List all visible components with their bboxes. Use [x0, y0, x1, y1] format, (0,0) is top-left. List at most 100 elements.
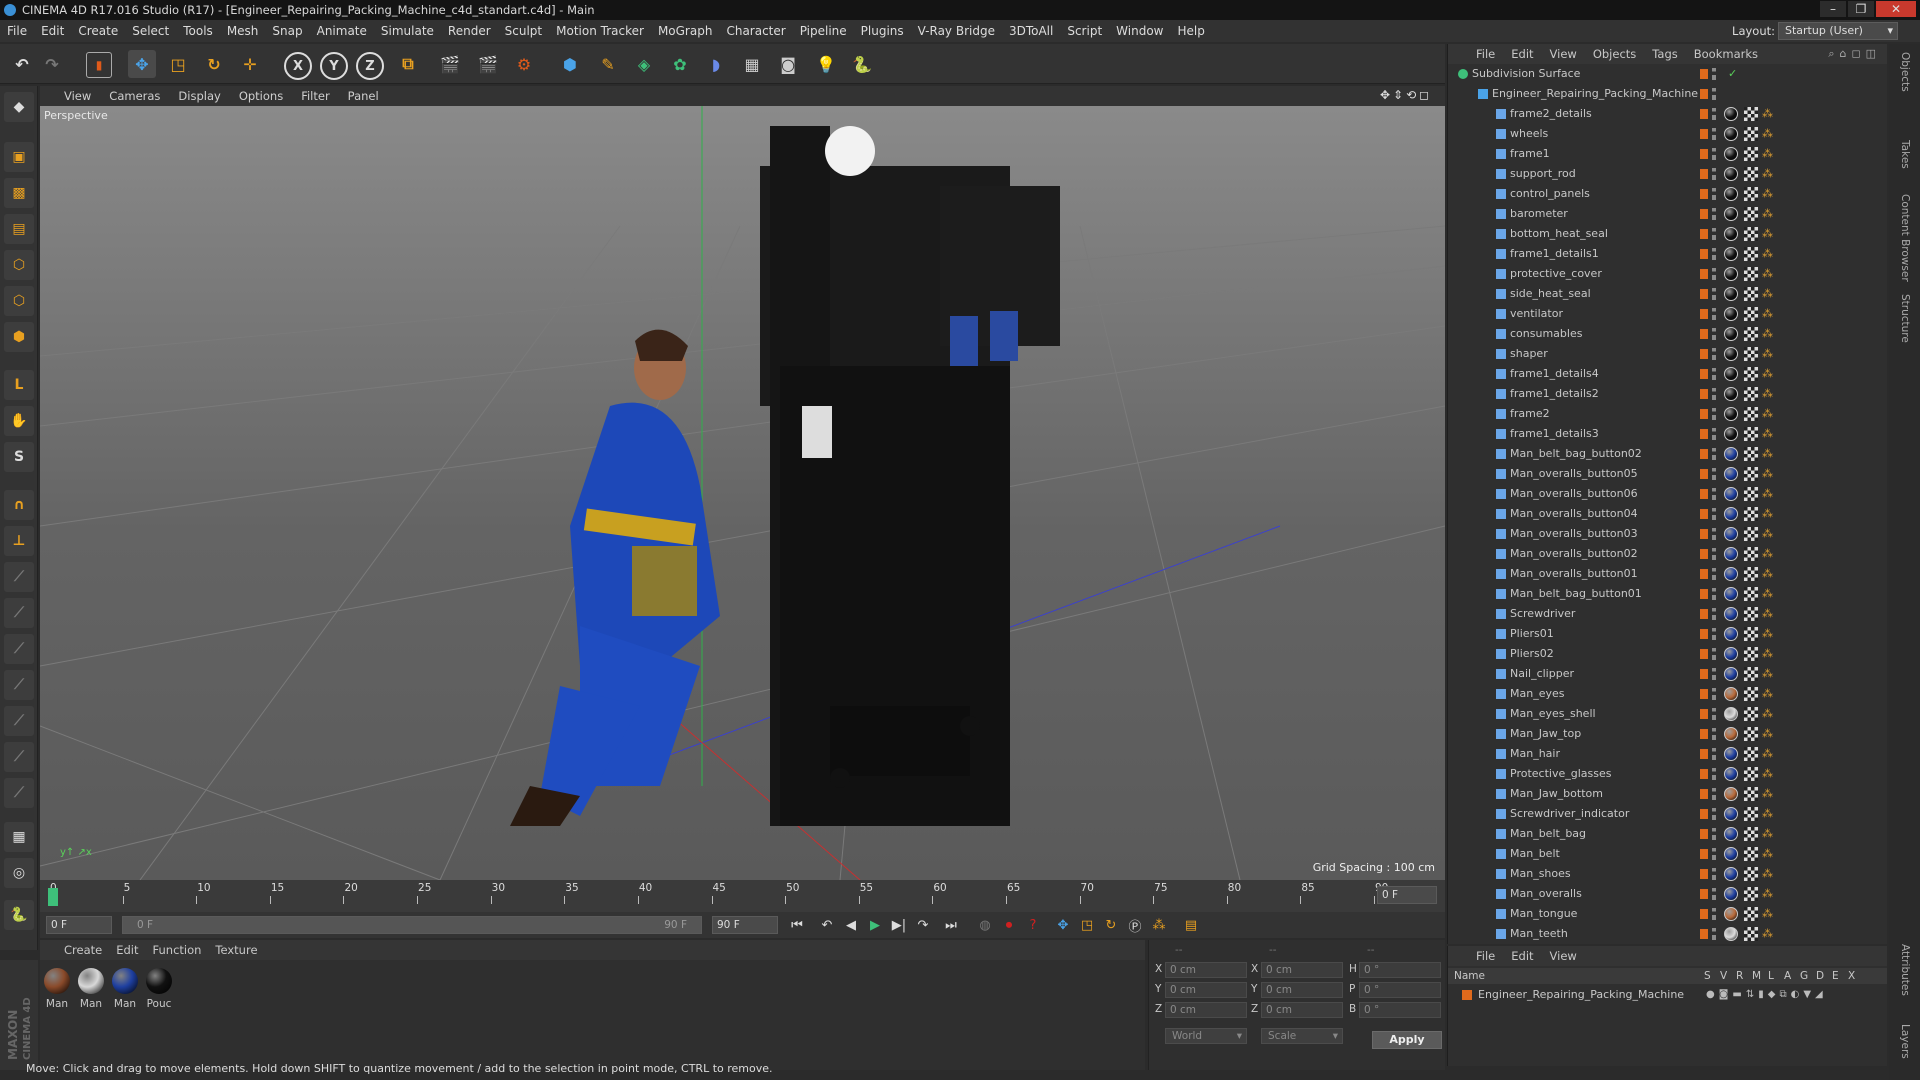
- object-menu-edit[interactable]: Edit: [1511, 47, 1533, 61]
- material-tag-icon[interactable]: [1724, 607, 1738, 621]
- phong-tag-icon[interactable]: ⁂: [1762, 508, 1774, 520]
- object-menu-view[interactable]: View: [1550, 47, 1577, 61]
- object-tree-row[interactable]: Engineer_Repairing_Packing_Machine: [1448, 84, 1888, 104]
- visibility-dots-icon[interactable]: [1712, 868, 1716, 880]
- key-pla-icon[interactable]: ⁂: [1148, 915, 1170, 935]
- visibility-dots-icon[interactable]: [1712, 808, 1716, 820]
- visibility-dots-icon[interactable]: [1712, 848, 1716, 860]
- object-tree-row[interactable]: Man_eyes_shell ⁂: [1448, 704, 1888, 724]
- visibility-dots-icon[interactable]: [1712, 228, 1716, 240]
- axis-mode-icon[interactable]: L: [4, 370, 34, 400]
- visibility-dots-icon[interactable]: [1712, 628, 1716, 640]
- uvw-tag-icon[interactable]: [1744, 787, 1758, 801]
- timeline-ruler[interactable]: 051015202530354045505560657075808590 0 F: [40, 880, 1445, 912]
- uvw-tag-icon[interactable]: [1744, 727, 1758, 741]
- material-tag-icon[interactable]: [1724, 907, 1738, 921]
- object-menu-bookmarks[interactable]: Bookmarks: [1694, 47, 1758, 61]
- enabled-check-icon[interactable]: ✓: [1728, 64, 1737, 84]
- material-tag-icon[interactable]: [1724, 427, 1738, 441]
- uvw-tag-icon[interactable]: [1744, 907, 1758, 921]
- menu-character[interactable]: Character: [719, 24, 792, 38]
- visibility-dots-icon[interactable]: [1712, 548, 1716, 560]
- uvw-tag-icon[interactable]: [1744, 347, 1758, 361]
- material-tag-icon[interactable]: [1724, 347, 1738, 361]
- menu-pipeline[interactable]: Pipeline: [793, 24, 854, 38]
- menu-tools[interactable]: Tools: [176, 24, 220, 38]
- texture-mode-icon[interactable]: ▩: [4, 178, 34, 208]
- autokey-icon[interactable]: ?: [1022, 915, 1044, 935]
- visibility-dots-icon[interactable]: [1712, 328, 1716, 340]
- phong-tag-icon[interactable]: ⁂: [1762, 148, 1774, 160]
- close-button[interactable]: ✕: [1876, 1, 1916, 17]
- phong-tag-icon[interactable]: ⁂: [1762, 128, 1774, 140]
- object-tree-row[interactable]: Screwdriver ⁂: [1448, 604, 1888, 624]
- coordinate-system-icon[interactable]: ⧉: [394, 50, 422, 78]
- coord-value-field[interactable]: 0 cm: [1261, 1002, 1343, 1018]
- uvw-tag-icon[interactable]: [1744, 407, 1758, 421]
- phong-tag-icon[interactable]: ⁂: [1762, 668, 1774, 680]
- phong-tag-icon[interactable]: ⁂: [1762, 448, 1774, 460]
- material-swatch[interactable]: Pouc: [144, 968, 174, 1010]
- coord-mode-select[interactable]: Scale ▾: [1261, 1028, 1343, 1044]
- right-tab-attributes[interactable]: Attributes: [1899, 944, 1911, 996]
- light-icon[interactable]: 💡: [812, 50, 840, 78]
- object-tree-row[interactable]: protective_cover ⁂: [1448, 264, 1888, 284]
- uvw-tag-icon[interactable]: [1744, 107, 1758, 121]
- uvw-tag-icon[interactable]: [1744, 667, 1758, 681]
- menu-render[interactable]: Render: [441, 24, 498, 38]
- range-slider[interactable]: 0 F 90 F: [122, 916, 702, 934]
- phong-tag-icon[interactable]: ⁂: [1762, 768, 1774, 780]
- material-tag-icon[interactable]: [1724, 387, 1738, 401]
- object-tree-row[interactable]: shaper ⁂: [1448, 344, 1888, 364]
- menu-select[interactable]: Select: [125, 24, 176, 38]
- phong-tag-icon[interactable]: ⁂: [1762, 928, 1774, 940]
- model-mode-icon[interactable]: ▣: [4, 142, 34, 172]
- object-tree-row[interactable]: consumables ⁂: [1448, 324, 1888, 344]
- current-frame-field[interactable]: 0 F: [1377, 886, 1437, 904]
- go-to-end-icon[interactable]: ⏭: [940, 915, 962, 935]
- snap-icon[interactable]: S: [4, 442, 34, 472]
- material-tag-icon[interactable]: [1724, 567, 1738, 581]
- phong-tag-icon[interactable]: ⁂: [1762, 108, 1774, 120]
- menu-sculpt[interactable]: Sculpt: [498, 24, 549, 38]
- previous-frame-icon[interactable]: ◀: [840, 915, 862, 935]
- uvw-tag-icon[interactable]: [1744, 547, 1758, 561]
- material-tag-icon[interactable]: [1724, 407, 1738, 421]
- uvw-tag-icon[interactable]: [1744, 687, 1758, 701]
- uvw-tag-icon[interactable]: [1744, 187, 1758, 201]
- uvw-tag-icon[interactable]: [1744, 447, 1758, 461]
- object-tree-row[interactable]: Man_tongue ⁂: [1448, 904, 1888, 924]
- coord-value-field[interactable]: 0 cm: [1261, 982, 1343, 998]
- menu-create[interactable]: Create: [71, 24, 125, 38]
- uvw-tag-icon[interactable]: [1744, 467, 1758, 481]
- z-axis-lock-icon[interactable]: Z: [356, 52, 384, 80]
- phong-tag-icon[interactable]: ⁂: [1762, 688, 1774, 700]
- material-tag-icon[interactable]: [1724, 307, 1738, 321]
- menu-window[interactable]: Window: [1109, 24, 1170, 38]
- viewport-menu-filter[interactable]: Filter: [301, 89, 329, 103]
- menu-file[interactable]: File: [0, 24, 34, 38]
- material-tag-icon[interactable]: [1724, 487, 1738, 501]
- key-position-icon[interactable]: ✥: [1052, 915, 1074, 935]
- material-tag-icon[interactable]: [1724, 167, 1738, 181]
- move-tool-icon[interactable]: ✥: [128, 50, 156, 78]
- object-menu-tags[interactable]: Tags: [1652, 47, 1677, 61]
- lock-workplane-icon[interactable]: ▦: [4, 822, 34, 852]
- phong-tag-icon[interactable]: ⁂: [1762, 828, 1774, 840]
- material-tag-icon[interactable]: [1724, 727, 1738, 741]
- right-tab-layers[interactable]: Layers: [1899, 1024, 1911, 1059]
- coord-value-field[interactable]: 0 °: [1359, 962, 1441, 978]
- material-swatch[interactable]: Man: [76, 968, 106, 1010]
- material-tag-icon[interactable]: [1724, 367, 1738, 381]
- phong-tag-icon[interactable]: ⁂: [1762, 168, 1774, 180]
- uvw-tag-icon[interactable]: [1744, 287, 1758, 301]
- uvw-tag-icon[interactable]: [1744, 127, 1758, 141]
- object-tree-row[interactable]: wheels ⁂: [1448, 124, 1888, 144]
- object-tree-row[interactable]: barometer ⁂: [1448, 204, 1888, 224]
- material-tag-icon[interactable]: [1724, 327, 1738, 341]
- visibility-dots-icon[interactable]: [1712, 248, 1716, 260]
- visibility-dots-icon[interactable]: [1712, 608, 1716, 620]
- object-tree-row[interactable]: frame1_details1 ⁂: [1448, 244, 1888, 264]
- object-tree-row[interactable]: Pliers01 ⁂: [1448, 624, 1888, 644]
- menu-help[interactable]: Help: [1170, 24, 1211, 38]
